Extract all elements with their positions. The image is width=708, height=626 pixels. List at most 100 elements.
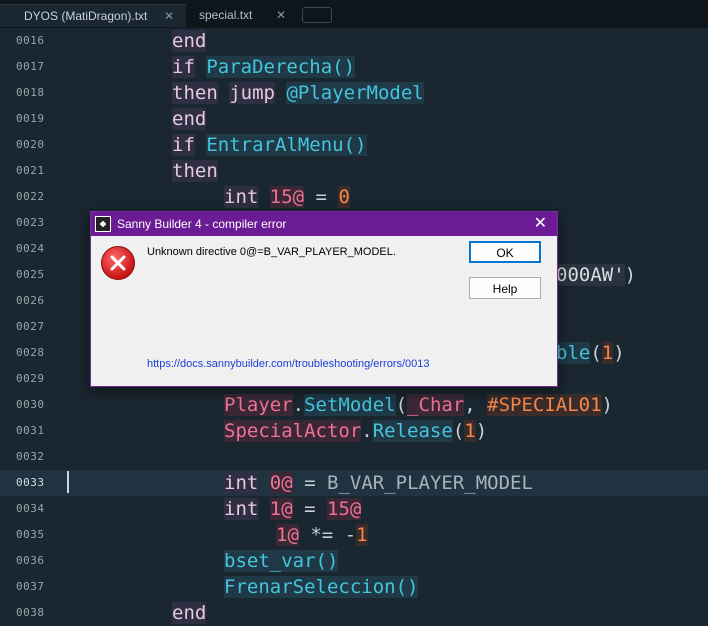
tab-special[interactable]: special.txt ✕ [186,4,298,26]
line-number: 0033 [16,476,45,489]
code-line[interactable]: 0032 [0,444,708,470]
code-line[interactable]: 0020 if EntrarAlMenu() [0,132,708,158]
code-token: then [172,160,218,182]
code-line[interactable]: 0018 then jump @PlayerModel [0,80,708,106]
line-number: 0016 [16,34,45,47]
code-token: SpecialActor [224,420,362,442]
line-number: 0028 [16,346,45,359]
code-line[interactable]: 0033 int 0@ = B_VAR_PLAYER_MODEL [0,470,708,496]
code-line[interactable]: 0036 bset_var() [0,548,708,574]
code-token: if [172,134,195,156]
error-docs-link[interactable]: https://docs.sannybuilder.com/troublesho… [147,358,430,370]
line-number: 0032 [16,450,45,463]
code-token: , [464,394,488,416]
code-line[interactable]: 0038 end [0,600,708,626]
dialog-titlebar: Sanny Builder 4 - compiler error ✕ [91,212,557,236]
tab-dyos[interactable]: DYOS (MatiDragon).txt ✕ [0,4,186,27]
code-line[interactable]: 0035 1@ *= -1 [0,522,708,548]
code-text: SpecialActor.Release(1) [224,418,487,444]
code-token: 000AW' [556,264,625,286]
code-line[interactable]: 0030 Player.SetModel(_Char, #SPECIAL01) [0,392,708,418]
code-token: ) [624,264,637,286]
code-line[interactable]: 0017 if ParaDerecha() [0,54,708,80]
line-number: 0023 [16,216,45,229]
code-token: EntrarAlMenu() [206,134,367,156]
line-number: 0021 [16,164,45,177]
line-number: 0019 [16,112,45,125]
code-token: . [292,394,305,416]
tab-label: DYOS (MatiDragon).txt [24,9,148,23]
code-line[interactable]: 0022 int 15@ = 0 [0,184,708,210]
code-token: jump [229,82,275,104]
help-button[interactable]: Help [469,277,541,299]
code-text: 1@ *= -1 [276,522,368,548]
code-text: end [172,28,207,54]
code-line[interactable]: 0037 FrenarSeleccion() [0,574,708,600]
code-line[interactable]: 0019 end [0,106,708,132]
line-number: 0022 [16,190,45,203]
code-token: bset_var() [224,550,339,572]
code-token: *= - [298,524,357,546]
ok-button[interactable]: OK [469,241,541,263]
line-number: 0029 [16,372,45,385]
code-line[interactable]: 0031 SpecialActor.Release(1) [0,418,708,444]
code-token: 0@ [269,472,293,494]
code-token: 1 [464,420,476,442]
code-token: Player [224,394,293,416]
code-token: ( [590,342,602,364]
code-text: end [172,106,207,132]
app-icon [95,216,111,232]
code-text: ble(1) [556,340,625,366]
code-token: Release [372,420,453,442]
code-line[interactable]: 0021 then [0,158,708,184]
code-token: ble [556,342,591,364]
error-icon [101,246,135,280]
code-text: if ParaDerecha() [172,54,356,80]
tab-label: special.txt [199,8,253,22]
code-text: int 0@ = B_VAR_PLAYER_MODEL [224,470,533,496]
new-tab-button[interactable] [302,7,332,23]
line-number: 0017 [16,60,45,73]
code-line[interactable]: 0016 end [0,28,708,54]
line-number: 0024 [16,242,45,255]
code-token: ) [475,420,488,442]
code-token: 1@ [276,524,299,546]
code-token: 15@ [327,498,362,520]
code-token: = [292,472,327,494]
code-token: 1 [601,342,614,364]
line-number: 0031 [16,424,45,437]
code-text: bset_var() [224,548,339,574]
code-token: @PlayerModel [286,82,424,104]
code-token: end [172,602,207,624]
tab-close-icon[interactable]: ✕ [276,4,286,26]
line-number: 0034 [16,502,45,515]
line-number: 0036 [16,554,45,567]
code-token: then [172,82,218,104]
code-token: int [224,186,259,208]
dialog-title: Sanny Builder 4 - compiler error [117,217,287,231]
code-line[interactable]: 0034 int 1@ = 15@ [0,496,708,522]
code-text: then jump @PlayerModel [172,80,424,106]
code-text: then [172,158,218,184]
code-token: 1@ [269,498,293,520]
code-text: 000AW') [556,262,636,288]
code-token: ( [452,420,465,442]
tab-close-icon[interactable]: ✕ [164,5,174,27]
code-token: #SPECIAL01 [487,394,602,416]
code-token: = [304,186,339,208]
code-text: int 15@ = 0 [224,184,350,210]
code-token: SetModel [304,394,396,416]
line-number: 0037 [16,580,45,593]
compiler-error-dialog: Sanny Builder 4 - compiler error ✕ Unkno… [90,211,558,387]
code-text: FrenarSeleccion() [224,574,419,600]
code-token: FrenarSeleccion() [224,576,419,598]
code-token: B_VAR_PLAYER_MODEL [327,472,533,494]
close-icon[interactable]: ✕ [534,212,547,236]
line-number: 0025 [16,268,45,281]
